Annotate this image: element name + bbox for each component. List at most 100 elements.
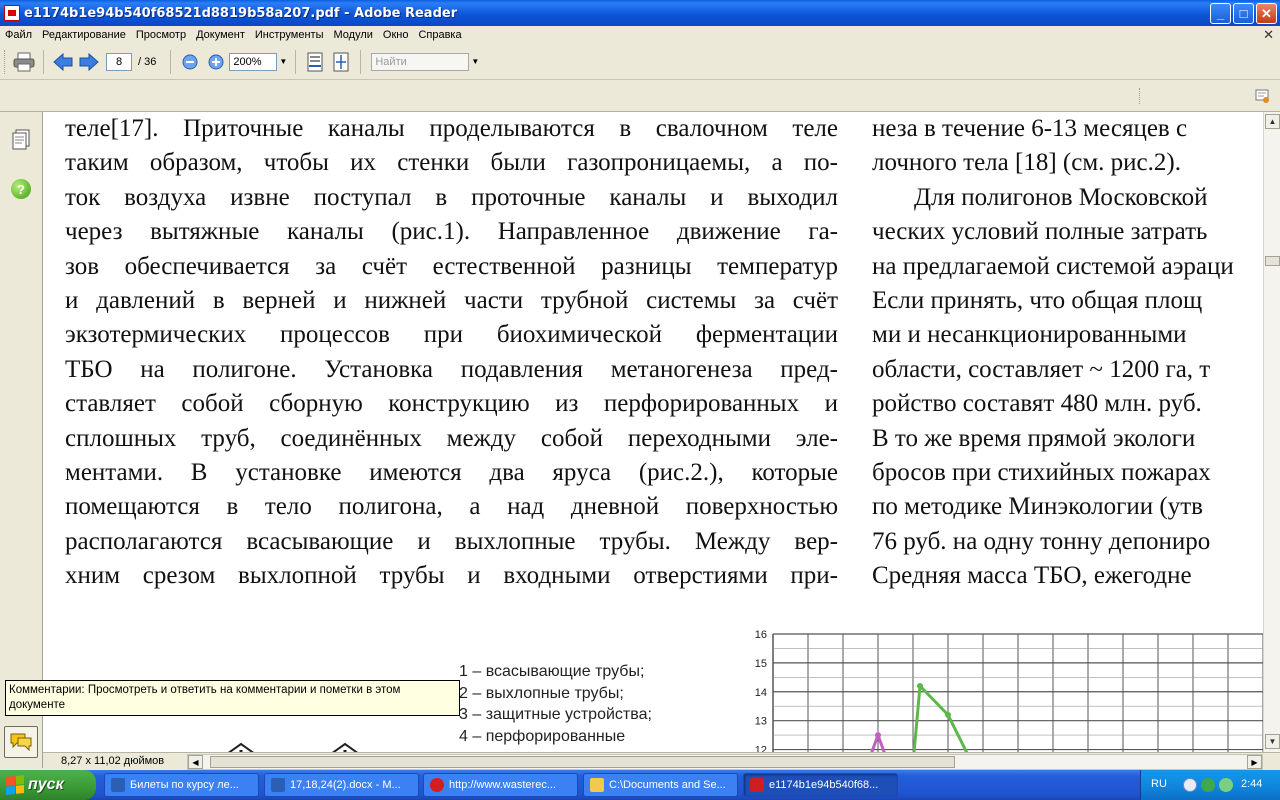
taskbar-item[interactable]: C:\Documents and Se... bbox=[583, 773, 738, 797]
text-line: ставляет собой сборную конструкцию из пе… bbox=[65, 390, 838, 418]
legend-item: 4 – перфорированные bbox=[459, 727, 626, 745]
y-tick-label: 13 bbox=[755, 716, 767, 728]
next-page-button[interactable] bbox=[76, 49, 102, 75]
text-line: и давлений в верней и нижней части трубн… bbox=[65, 286, 838, 314]
scroll-thumb[interactable] bbox=[1265, 256, 1280, 266]
folder-icon bbox=[590, 778, 604, 792]
toolbar-separator bbox=[360, 49, 362, 74]
data-point bbox=[917, 683, 923, 689]
toolbar-separator bbox=[170, 49, 172, 74]
start-button[interactable]: пуск bbox=[0, 770, 96, 800]
scroll-left-button[interactable]: ◀ bbox=[188, 755, 203, 769]
document-close-icon[interactable]: ✕ bbox=[1263, 27, 1274, 43]
comment-tools-icon[interactable] bbox=[1254, 88, 1270, 104]
data-point bbox=[945, 711, 951, 718]
find-dropdown-icon[interactable]: ▼ bbox=[469, 53, 481, 71]
taskbar-item-label: e1174b1e94b540f68... bbox=[769, 779, 879, 791]
tray-app-icon[interactable] bbox=[1201, 778, 1215, 792]
tray-network-icon[interactable] bbox=[1219, 778, 1233, 792]
menu-tools[interactable]: Инструменты bbox=[250, 29, 329, 41]
page-number-input[interactable]: 8 bbox=[106, 52, 132, 71]
y-tick-label: 12 bbox=[755, 745, 767, 752]
fit-page-button[interactable] bbox=[328, 49, 354, 75]
text-line: сплошных труб, соединённых между собой п… bbox=[65, 424, 838, 452]
close-button[interactable]: ✕ bbox=[1256, 3, 1277, 24]
pdf-app-icon bbox=[4, 5, 20, 21]
zoom-out-icon bbox=[182, 54, 198, 69]
zoom-in-icon bbox=[208, 54, 224, 69]
printer-icon bbox=[13, 52, 35, 71]
toolbar: 8 / 36 200% ▼ Найти ▼ bbox=[0, 44, 1280, 80]
text-line: бросов при стихийных пожарах bbox=[872, 458, 1211, 486]
minimize-button[interactable]: _ bbox=[1210, 3, 1231, 24]
text-line: на предлагаемой системой аэраци bbox=[872, 252, 1234, 280]
find-input[interactable]: Найти bbox=[371, 52, 470, 71]
document-page: теле[17]. Приточные каналы проделываются… bbox=[43, 112, 1263, 752]
help-icon[interactable]: ? bbox=[11, 179, 31, 199]
menu-view[interactable]: Просмотр bbox=[131, 29, 191, 41]
windows-logo-icon bbox=[6, 775, 24, 795]
page-size-label: 8,27 x 11,02 дюймов bbox=[61, 755, 165, 767]
text-line: ментами. В установке имеются два яруса (… bbox=[65, 458, 838, 486]
system-tray: RU 2:44 bbox=[1140, 770, 1280, 800]
zoom-in-button[interactable] bbox=[203, 49, 229, 75]
menu-bar: Файл Редактирование Просмотр Документ Ин… bbox=[0, 26, 1280, 44]
text-line: помещаются в тело полигона, а над дневно… bbox=[65, 493, 838, 521]
text-line: ток воздуха извне поступал в проточные к… bbox=[65, 183, 838, 211]
arrow-right-icon bbox=[79, 52, 99, 71]
menu-document[interactable]: Документ bbox=[191, 29, 250, 41]
zoom-dropdown-icon[interactable]: ▼ bbox=[277, 53, 289, 71]
tray-arrow-icon[interactable] bbox=[1183, 778, 1197, 792]
text-line: через вытяжные каналы (рис.1). Направлен… bbox=[65, 218, 838, 246]
text-line: Если принять, что общая площ bbox=[872, 286, 1203, 314]
taskbar-item-label: 17,18,24(2).docx - M... bbox=[290, 779, 401, 791]
menu-edit[interactable]: Редактирование bbox=[37, 29, 131, 41]
taskbar-item[interactable]: Билеты по курсу ле... bbox=[104, 773, 259, 797]
text-line: неза в течение 6-13 месяцев с bbox=[872, 115, 1188, 142]
menu-file[interactable]: Файл bbox=[0, 29, 37, 41]
data-point bbox=[875, 732, 881, 739]
menu-plugins[interactable]: Модули bbox=[328, 29, 377, 41]
window-controls: _ □ ✕ bbox=[1210, 3, 1277, 24]
scroll-up-button[interactable]: ▲ bbox=[1265, 114, 1280, 129]
taskbar-item-active[interactable]: e1174b1e94b540f68... bbox=[743, 773, 898, 797]
vertical-scrollbar[interactable]: ▲ ▼ bbox=[1263, 112, 1280, 752]
line-chart: 16 15 14 13 12 bbox=[755, 629, 1263, 752]
window-title: e1174b1e94b540f68521d8819b58a207.pdf - A… bbox=[24, 5, 458, 21]
taskbar-item-label: C:\Documents and Se... bbox=[609, 779, 726, 791]
status-bar: 8,27 x 11,02 дюймов ◀ ▶ bbox=[43, 752, 1280, 770]
word-icon bbox=[111, 778, 125, 792]
language-indicator[interactable]: RU bbox=[1151, 778, 1167, 790]
horizontal-scrollbar[interactable]: ◀ ▶ bbox=[187, 754, 1263, 770]
scroll-right-button[interactable]: ▶ bbox=[1247, 755, 1262, 769]
print-button[interactable] bbox=[11, 49, 37, 75]
toolbar-grip[interactable] bbox=[4, 49, 7, 74]
previous-page-button[interactable] bbox=[50, 49, 76, 75]
menu-help[interactable]: Справка bbox=[413, 29, 466, 41]
zoom-level-input[interactable]: 200% bbox=[229, 52, 278, 71]
comments-button[interactable] bbox=[4, 726, 38, 758]
zoom-out-button[interactable] bbox=[177, 49, 203, 75]
taskbar: пуск Билеты по курсу ле... 17,18,24(2).d… bbox=[0, 770, 1280, 800]
series-line bbox=[912, 682, 969, 752]
y-tick-label: 16 bbox=[755, 629, 767, 641]
toolbar-grip[interactable] bbox=[1139, 88, 1140, 104]
menu-window[interactable]: Окно bbox=[378, 29, 414, 41]
scroll-down-button[interactable]: ▼ bbox=[1265, 734, 1280, 749]
text-line: хним срезом выхлопной трубы и входными о… bbox=[65, 562, 838, 590]
text-line: ми и несанкционированными bbox=[872, 321, 1187, 349]
maximize-button[interactable]: □ bbox=[1233, 3, 1254, 24]
pages-icon[interactable] bbox=[11, 129, 31, 151]
taskbar-item[interactable]: 17,18,24(2).docx - M... bbox=[264, 773, 419, 797]
taskbar-item[interactable]: http://www.wasterec... bbox=[423, 773, 578, 797]
text-line: экзотермических процессов при биохимичес… bbox=[65, 321, 838, 349]
fit-width-button[interactable] bbox=[302, 49, 328, 75]
text-line: зов обеспечивается за счёт естественной … bbox=[65, 252, 838, 280]
text-line: теле[17]. Приточные каналы проделываются… bbox=[65, 115, 838, 142]
text-line: таким образом, чтобы их стенки были газо… bbox=[65, 149, 838, 177]
text-line: ческих условий полные затрать bbox=[872, 218, 1208, 246]
scroll-thumb[interactable] bbox=[210, 756, 955, 768]
word-icon bbox=[271, 778, 285, 792]
navigation-pane: ? bbox=[0, 112, 43, 768]
text-column-left: теле[17]. Приточные каналы проделываются… bbox=[65, 112, 838, 593]
